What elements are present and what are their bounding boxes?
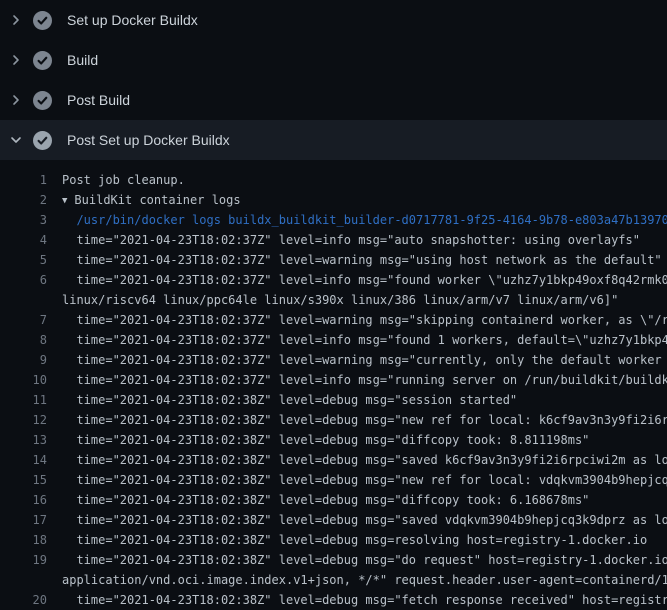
log-line-wrap-continuation: application/vnd.oci.image.index.v1+json,… — [0, 570, 667, 590]
chevron-down-icon — [8, 132, 24, 148]
log-line-text: time="2021-04-23T18:02:37Z" level=warnin… — [62, 250, 667, 270]
log-line: 16 time="2021-04-23T18:02:38Z" level=deb… — [0, 490, 667, 510]
log-line: 1 Post job cleanup. — [0, 170, 667, 190]
log-line: 18 time="2021-04-23T18:02:38Z" level=deb… — [0, 530, 667, 550]
log-line-number[interactable]: 15 — [0, 470, 47, 490]
log-line-number[interactable]: 8 — [0, 330, 47, 350]
log-line: 12 time="2021-04-23T18:02:38Z" level=deb… — [0, 410, 667, 430]
log-line: 9 time="2021-04-23T18:02:37Z" level=warn… — [0, 350, 667, 370]
check-circle-icon — [33, 131, 52, 150]
log-line-number[interactable]: 11 — [0, 390, 47, 410]
group-toggle-triangle-icon[interactable]: ▼ — [62, 191, 67, 210]
log-line: 13 time="2021-04-23T18:02:38Z" level=deb… — [0, 430, 667, 450]
log-line-number[interactable]: 17 — [0, 510, 47, 530]
step-row-build[interactable]: Build — [0, 40, 667, 80]
log-line-text: time="2021-04-23T18:02:37Z" level=info m… — [62, 270, 667, 290]
log-line: 6 time="2021-04-23T18:02:37Z" level=info… — [0, 270, 667, 290]
log-line: 5 time="2021-04-23T18:02:37Z" level=warn… — [0, 250, 667, 270]
step-label: Post Build — [67, 92, 130, 108]
log-line-text: time="2021-04-23T18:02:38Z" level=debug … — [62, 390, 667, 410]
log-group-title: BuildKit container logs — [74, 193, 240, 207]
log-line: 8 time="2021-04-23T18:02:37Z" level=info… — [0, 330, 667, 350]
log-line: 7 time="2021-04-23T18:02:37Z" level=warn… — [0, 310, 667, 330]
log-line-text: time="2021-04-23T18:02:37Z" level=info m… — [62, 370, 667, 390]
log-line-number — [0, 570, 47, 590]
log-line-number[interactable]: 18 — [0, 530, 47, 550]
log-line-text: time="2021-04-23T18:02:37Z" level=warnin… — [62, 310, 667, 330]
chevron-right-icon — [8, 52, 24, 68]
log-line-number[interactable]: 16 — [0, 490, 47, 510]
log-line-text: time="2021-04-23T18:02:38Z" level=debug … — [62, 590, 667, 610]
log-line: 14 time="2021-04-23T18:02:38Z" level=deb… — [0, 450, 667, 470]
log-line-number[interactable]: 1 — [0, 170, 47, 190]
step-row-set-up-docker-buildx[interactable]: Set up Docker Buildx — [0, 0, 667, 40]
step-row-post-set-up-docker-buildx[interactable]: Post Set up Docker Buildx — [0, 120, 667, 160]
log-line-number[interactable]: 12 — [0, 410, 47, 430]
log-line-text: time="2021-04-23T18:02:38Z" level=debug … — [62, 450, 667, 470]
log-line-command: 3 /usr/bin/docker logs buildx_buildkit_b… — [0, 210, 667, 230]
log-line: 17 time="2021-04-23T18:02:38Z" level=deb… — [0, 510, 667, 530]
chevron-right-icon — [8, 12, 24, 28]
log-line: 11 time="2021-04-23T18:02:38Z" level=deb… — [0, 390, 667, 410]
log-line-number[interactable]: 19 — [0, 550, 47, 570]
log-line-number[interactable]: 10 — [0, 370, 47, 390]
check-circle-icon — [33, 91, 52, 110]
log-panel: 1 Post job cleanup. 2 ▼ BuildKit containe… — [0, 160, 667, 610]
log-line-number — [0, 290, 47, 310]
log-line-text: ▼ BuildKit container logs — [62, 190, 667, 210]
log-line: 15 time="2021-04-23T18:02:38Z" level=deb… — [0, 470, 667, 490]
log-line-text: time="2021-04-23T18:02:38Z" level=debug … — [62, 470, 667, 490]
log-command-text: /usr/bin/docker logs buildx_buildkit_bui… — [62, 210, 667, 230]
log-line-text: time="2021-04-23T18:02:38Z" level=debug … — [62, 410, 667, 430]
step-label: Set up Docker Buildx — [67, 12, 198, 28]
step-label: Build — [67, 52, 98, 68]
log-line-text: time="2021-04-23T18:02:37Z" level=info m… — [62, 230, 667, 250]
log-line-number[interactable]: 7 — [0, 310, 47, 330]
step-list: Set up Docker Buildx Build Post Build Po… — [0, 0, 667, 160]
log-line-number[interactable]: 5 — [0, 250, 47, 270]
log-line-number[interactable]: 2 — [0, 190, 47, 210]
log-line-wrap-continuation: linux/riscv64 linux/ppc64le linux/s390x … — [0, 290, 667, 310]
log-line-text: Post job cleanup. — [62, 170, 667, 190]
log-line-text: time="2021-04-23T18:02:38Z" level=debug … — [62, 430, 667, 450]
log-line: 10 time="2021-04-23T18:02:37Z" level=inf… — [0, 370, 667, 390]
log-line-text: time="2021-04-23T18:02:38Z" level=debug … — [62, 530, 667, 550]
step-row-post-build[interactable]: Post Build — [0, 80, 667, 120]
log-line-number[interactable]: 20 — [0, 590, 47, 610]
log-line: 4 time="2021-04-23T18:02:37Z" level=info… — [0, 230, 667, 250]
log-line-text: time="2021-04-23T18:02:38Z" level=debug … — [62, 550, 667, 570]
log-line-text: time="2021-04-23T18:02:38Z" level=debug … — [62, 490, 667, 510]
log-line: 19 time="2021-04-23T18:02:38Z" level=deb… — [0, 550, 667, 570]
chevron-right-icon — [8, 92, 24, 108]
log-line-text: time="2021-04-23T18:02:38Z" level=debug … — [62, 510, 667, 530]
log-line-number[interactable]: 3 — [0, 210, 47, 230]
log-line-text: linux/riscv64 linux/ppc64le linux/s390x … — [62, 290, 667, 310]
log-line-number[interactable]: 13 — [0, 430, 47, 450]
log-line-number[interactable]: 4 — [0, 230, 47, 250]
log-line-group-header: 2 ▼ BuildKit container logs — [0, 190, 667, 210]
log-line-text: application/vnd.oci.image.index.v1+json,… — [62, 570, 667, 590]
log-line: 20 time="2021-04-23T18:02:38Z" level=deb… — [0, 590, 667, 610]
check-circle-icon — [33, 11, 52, 30]
log-line-number[interactable]: 6 — [0, 270, 47, 290]
log-line-text: time="2021-04-23T18:02:37Z" level=info m… — [62, 330, 667, 350]
step-label: Post Set up Docker Buildx — [67, 132, 230, 148]
log-line-number[interactable]: 14 — [0, 450, 47, 470]
check-circle-icon — [33, 51, 52, 70]
log-line-text: time="2021-04-23T18:02:37Z" level=warnin… — [62, 350, 667, 370]
log-line-number[interactable]: 9 — [0, 350, 47, 370]
